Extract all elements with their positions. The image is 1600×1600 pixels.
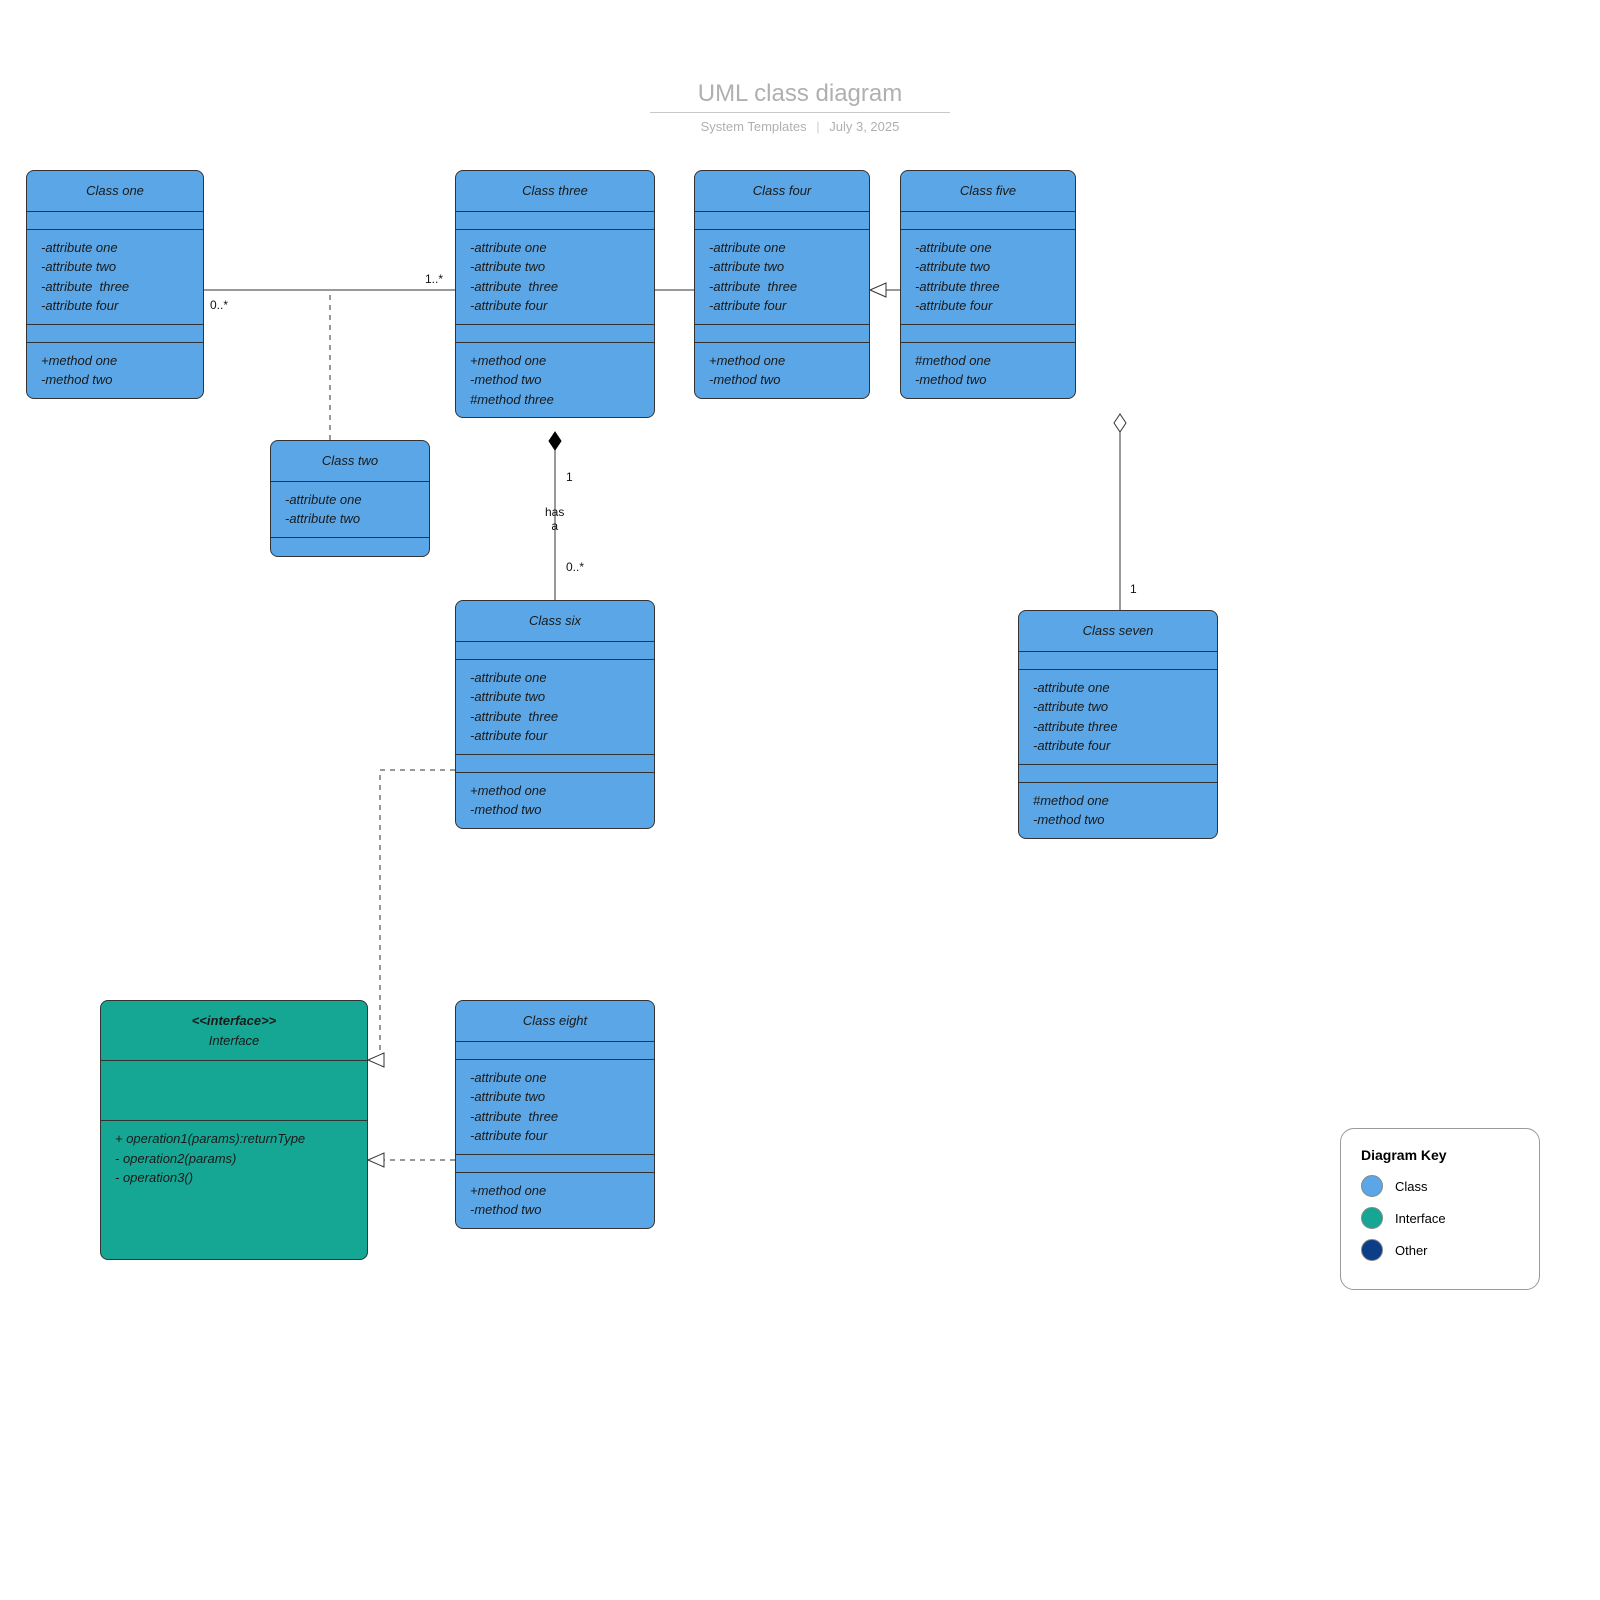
class-name: Class one [86,183,144,198]
page-title: UML class diagram [650,80,950,112]
interface-ops: + operation1(params):returnType - operat… [101,1121,367,1196]
class-methods: #method one -method two [1019,783,1217,838]
class-attrs: -attribute one -attribute two -attribute… [456,230,654,325]
subtitle-left: System Templates [701,119,807,134]
title-block: UML class diagram System Templates | Jul… [650,80,950,134]
class-four[interactable]: Class four -attribute one -attribute two… [694,170,870,399]
class-six[interactable]: Class six -attribute one -attribute two … [455,600,655,829]
class-one[interactable]: Class one -attribute one -attribute two … [26,170,204,399]
class-name: Class two [322,453,378,468]
mult-five-seven: 1 [1130,582,1137,596]
subtitle-right: July 3, 2025 [829,119,899,134]
page-subtitle: System Templates | July 3, 2025 [650,119,950,134]
mult-one-three-left: 0..* [210,298,228,312]
class-two[interactable]: Class two -attribute one -attribute two [270,440,430,557]
class-methods: +method one -method two #method three [456,343,654,418]
legend-title: Diagram Key [1361,1147,1519,1163]
class-methods: #method one -method two [901,343,1075,398]
legend-row-class: Class [1361,1175,1519,1197]
rel-has-a: has a [545,505,564,533]
interface-box[interactable]: <<interface>> Interface + operation1(par… [100,1000,368,1260]
diagram-key: Diagram Key Class Interface Other [1340,1128,1540,1290]
class-attrs: -attribute one -attribute two -attribute… [456,1060,654,1155]
title-underline [650,112,950,113]
class-five[interactable]: Class five -attribute one -attribute two… [900,170,1076,399]
class-eight[interactable]: Class eight -attribute one -attribute tw… [455,1000,655,1229]
diagram-canvas: UML class diagram System Templates | Jul… [0,0,1600,1600]
class-attrs: -attribute one -attribute two -attribute… [695,230,869,325]
class-name: Class four [753,183,812,198]
swatch-interface-icon [1361,1207,1383,1229]
class-attrs: -attribute one -attribute two [271,482,429,538]
legend-row-interface: Interface [1361,1207,1519,1229]
class-seven[interactable]: Class seven -attribute one -attribute tw… [1018,610,1218,839]
mult-one-three-right: 1..* [425,272,443,286]
class-name: Class eight [523,1013,587,1028]
class-attrs: -attribute one -attribute two -attribute… [1019,670,1217,765]
class-three[interactable]: Class three -attribute one -attribute tw… [455,170,655,418]
class-attrs: -attribute one -attribute two -attribute… [901,230,1075,325]
class-attrs: -attribute one -attribute two -attribute… [456,660,654,755]
class-attrs: -attribute one -attribute two -attribute… [27,230,203,325]
swatch-other-icon [1361,1239,1383,1261]
mult-three-six-top: 1 [566,470,573,484]
subtitle-sep: | [816,119,819,134]
class-methods: +method one -method two [456,773,654,828]
interface-header: <<interface>> Interface [101,1001,367,1061]
mult-three-six-bot: 0..* [566,560,584,574]
class-methods: +method one -method two [27,343,203,398]
class-name: Class seven [1083,623,1154,638]
class-methods: +method one -method two [456,1173,654,1228]
class-name: Class five [960,183,1016,198]
class-name: Class six [529,613,581,628]
swatch-class-icon [1361,1175,1383,1197]
class-name: Class three [522,183,588,198]
class-methods: +method one -method two [695,343,869,398]
legend-row-other: Other [1361,1239,1519,1261]
